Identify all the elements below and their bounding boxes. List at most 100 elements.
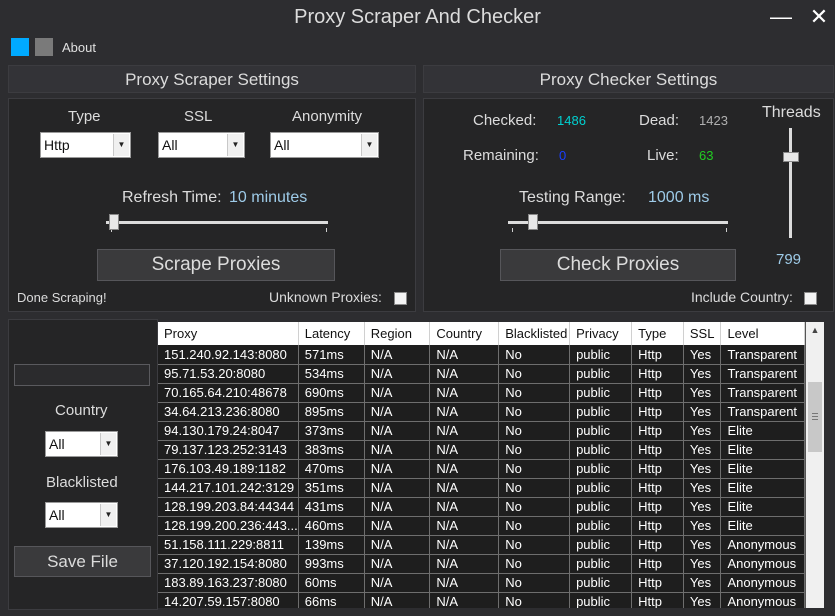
table-row[interactable]: 128.199.203.84:44344 431ms N/A N/A No public H…: [158, 497, 805, 517]
table-cell: N/A: [364, 592, 431, 608]
table-cell: Yes: [683, 459, 722, 479]
table-cell: 895ms: [298, 402, 365, 422]
include-country-checkbox[interactable]: [804, 292, 817, 305]
table-cell: No: [498, 421, 571, 441]
table-cell: Yes: [683, 592, 722, 608]
table-row[interactable]: 128.199.200.236:443... 460ms N/A N/A No publi…: [158, 516, 805, 536]
refresh-slider-track[interactable]: [106, 221, 328, 224]
scrollbar-thumb[interactable]: [808, 382, 822, 452]
table-row[interactable]: 176.103.49.189:1182 470ms N/A N/A No public Ht…: [158, 459, 805, 479]
scraper-settings-header: Proxy Scraper Settings: [8, 65, 416, 93]
type-select-value: Http: [44, 137, 70, 153]
table-cell: Http: [631, 497, 684, 517]
table-cell: N/A: [429, 592, 500, 608]
close-icon[interactable]: ✕: [808, 6, 830, 28]
testing-range-label: Testing Range:: [519, 189, 626, 206]
column-header-level[interactable]: Level: [720, 322, 805, 345]
menu-about[interactable]: About: [62, 40, 96, 55]
check-proxies-button[interactable]: Check Proxies: [500, 249, 736, 281]
table-cell: N/A: [364, 478, 431, 498]
blacklisted-filter-select[interactable]: All ▼: [45, 502, 118, 528]
table-row[interactable]: 95.71.53.20:8080 534ms N/A N/A No public Http Y…: [158, 364, 805, 384]
column-header-country[interactable]: Country: [429, 322, 500, 345]
country-filter-select[interactable]: All ▼: [45, 431, 118, 457]
table-row[interactable]: 14.207.59.157:8080 66ms N/A N/A No public Http…: [158, 592, 805, 608]
column-header-proxy[interactable]: Proxy: [158, 322, 299, 345]
slider-tick: [512, 228, 513, 232]
scroll-up-icon[interactable]: ▲: [806, 322, 824, 339]
column-header-blacklisted[interactable]: Blacklisted: [498, 322, 571, 345]
table-cell: public: [569, 421, 633, 441]
table-row[interactable]: 34.64.213.236:8080 895ms N/A N/A No public Htt…: [158, 402, 805, 422]
search-input[interactable]: [14, 364, 150, 386]
table-cell: Anonymous: [720, 573, 805, 593]
gray-square-icon[interactable]: [35, 38, 53, 56]
column-header-privacy[interactable]: Privacy: [569, 322, 633, 345]
table-cell: N/A: [364, 345, 431, 365]
table-row[interactable]: 37.120.192.154:8080 993ms N/A N/A No public Ht…: [158, 554, 805, 574]
table-cell: Transparent: [720, 402, 805, 422]
table-row[interactable]: 51.158.111.229:8811 139ms N/A N/A No public Ht…: [158, 535, 805, 555]
table-cell: N/A: [364, 364, 431, 384]
blue-square-icon[interactable]: [11, 38, 29, 56]
table-header-row: Proxy Latency Region Country Blacklisted Priv…: [158, 322, 805, 345]
threads-slider-thumb[interactable]: [783, 152, 799, 162]
table-cell: N/A: [429, 402, 500, 422]
table-cell: No: [498, 535, 571, 555]
table-cell: Http: [631, 402, 684, 422]
column-header-ssl[interactable]: SSL: [683, 322, 722, 345]
unknown-proxies-checkbox[interactable]: [394, 292, 407, 305]
column-header-latency[interactable]: Latency: [298, 322, 365, 345]
save-file-button[interactable]: Save File: [14, 546, 151, 577]
scrape-proxies-button[interactable]: Scrape Proxies: [97, 249, 335, 281]
table-cell: Transparent: [720, 345, 805, 365]
ssl-select[interactable]: All ▼: [158, 132, 245, 158]
refresh-slider-thumb[interactable]: [109, 214, 119, 230]
table-cell: 690ms: [298, 383, 365, 403]
remaining-label: Remaining:: [463, 147, 539, 164]
table-cell: Http: [631, 516, 684, 536]
table-cell: N/A: [429, 478, 500, 498]
table-row[interactable]: 79.137.123.252:3143 383ms N/A N/A No public Ht…: [158, 440, 805, 460]
table-cell: Elite: [720, 440, 805, 460]
table-row[interactable]: 151.240.92.143:8080 571ms N/A N/A No public Ht…: [158, 345, 805, 365]
table-cell: Anonymous: [720, 535, 805, 555]
table-row[interactable]: 144.217.101.242:3129 351ms N/A N/A No public H…: [158, 478, 805, 498]
column-header-type[interactable]: Type: [631, 322, 684, 345]
table-cell: Yes: [683, 497, 722, 517]
table-cell: 144.217.101.242:3129: [158, 478, 299, 498]
country-filter-label: Country: [55, 402, 108, 419]
table-cell: 128.199.200.236:443...: [158, 516, 299, 536]
anonymity-select[interactable]: All ▼: [270, 132, 379, 158]
table-cell: Anonymous: [720, 554, 805, 574]
minimize-icon[interactable]: —: [770, 6, 792, 28]
proxy-table: Proxy Latency Region Country Blacklisted Priv…: [158, 322, 806, 608]
table-scrollbar[interactable]: ▲: [806, 322, 824, 608]
table-cell: 51.158.111.229:8811: [158, 535, 299, 555]
table-row[interactable]: 70.165.64.210:48678 690ms N/A N/A No public Ht…: [158, 383, 805, 403]
column-header-region[interactable]: Region: [364, 322, 431, 345]
testing-range-slider-thumb[interactable]: [528, 214, 538, 230]
table-cell: N/A: [429, 573, 500, 593]
anonymity-label: Anonymity: [292, 108, 363, 125]
table-cell: 151.240.92.143:8080: [158, 345, 299, 365]
table-cell: Yes: [683, 421, 722, 441]
table-cell: Yes: [683, 364, 722, 384]
table-cell: Yes: [683, 535, 722, 555]
table-cell: Http: [631, 440, 684, 460]
table-cell: No: [498, 402, 571, 422]
table-cell: 79.137.123.252:3143: [158, 440, 299, 460]
table-row[interactable]: 183.89.163.237:8080 60ms N/A N/A No public Htt…: [158, 573, 805, 593]
table-cell: Transparent: [720, 364, 805, 384]
table-cell: N/A: [364, 440, 431, 460]
table-cell: N/A: [429, 459, 500, 479]
threads-slider-track[interactable]: [789, 128, 792, 238]
testing-range-slider-track[interactable]: [508, 221, 728, 224]
unknown-proxies-label: Unknown Proxies:: [269, 289, 382, 305]
checker-settings-header: Proxy Checker Settings: [423, 65, 834, 93]
table-row[interactable]: 94.130.179.24:8047 373ms N/A N/A No public Htt…: [158, 421, 805, 441]
chevron-down-icon: ▼: [361, 134, 377, 156]
table-cell: 993ms: [298, 554, 365, 574]
table-cell: N/A: [429, 554, 500, 574]
type-select[interactable]: Http ▼: [40, 132, 131, 158]
